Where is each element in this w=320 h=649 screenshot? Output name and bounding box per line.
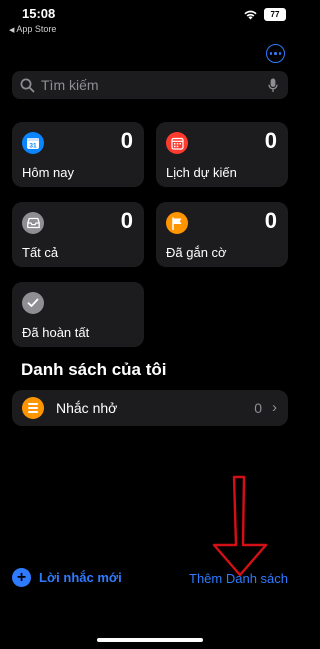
new-reminder-label: Lời nhắc mới (39, 570, 122, 585)
today-day-number: 31 (29, 143, 37, 150)
smart-list-scheduled[interactable]: 0 Lịch dự kiến (156, 122, 288, 187)
list-item-count: 0 (254, 400, 262, 416)
back-label: App Store (16, 24, 57, 34)
home-indicator (97, 638, 203, 642)
list-item-label: Nhắc nhở (56, 400, 118, 416)
dot-icon (274, 52, 277, 55)
flagged-label: Đã gắn cờ (166, 245, 227, 260)
all-count: 0 (120, 208, 133, 233)
smart-list-completed[interactable]: Đã hoàn tất (12, 282, 144, 347)
smart-list-flagged[interactable]: 0 Đã gắn cờ (156, 202, 288, 267)
back-arrow-icon: ◀ (9, 27, 15, 34)
completed-label: Đã hoàn tất (22, 325, 90, 340)
dot-icon (269, 52, 273, 55)
wifi-icon (244, 10, 257, 20)
back-to-app-store[interactable]: ◀ App Store (9, 24, 56, 34)
status-time: 15:08 (22, 6, 56, 21)
more-options-button[interactable] (266, 44, 285, 63)
my-lists-title: Danh sách của tôi (21, 360, 167, 379)
calendar-today-icon: 31 (22, 132, 44, 154)
search-field[interactable]: Tìm kiếm (12, 71, 288, 99)
calendar-grid-icon (166, 132, 188, 154)
tray-icon (22, 212, 44, 234)
list-item-reminders[interactable]: Nhắc nhở 0 › (12, 390, 288, 426)
flagged-count: 0 (264, 208, 277, 233)
checkmark-icon (22, 292, 44, 314)
smart-list-today[interactable]: 31 0 Hôm nay (12, 122, 144, 187)
all-label: Tất cả (22, 245, 59, 260)
list-icon (22, 397, 44, 419)
add-list-button[interactable]: Thêm Danh sách (189, 571, 288, 586)
scheduled-count: 0 (264, 128, 277, 153)
scheduled-label: Lịch dự kiến (166, 165, 237, 180)
red-arrow-annotation (212, 475, 268, 577)
status-icons: 77 (243, 8, 286, 21)
new-reminder-button[interactable]: + Lời nhắc mới (12, 568, 122, 587)
microphone-icon[interactable] (268, 78, 278, 93)
plus-icon: + (12, 568, 31, 587)
smart-list-all[interactable]: 0 Tất cả (12, 202, 144, 267)
flag-icon (166, 212, 188, 234)
chevron-right-icon: › (272, 399, 277, 416)
dot-icon (278, 52, 282, 55)
search-placeholder: Tìm kiếm (41, 77, 99, 93)
search-icon (20, 78, 35, 92)
today-label: Hôm nay (22, 165, 75, 180)
battery-indicator: 77 (264, 8, 286, 21)
today-count: 0 (120, 128, 133, 153)
